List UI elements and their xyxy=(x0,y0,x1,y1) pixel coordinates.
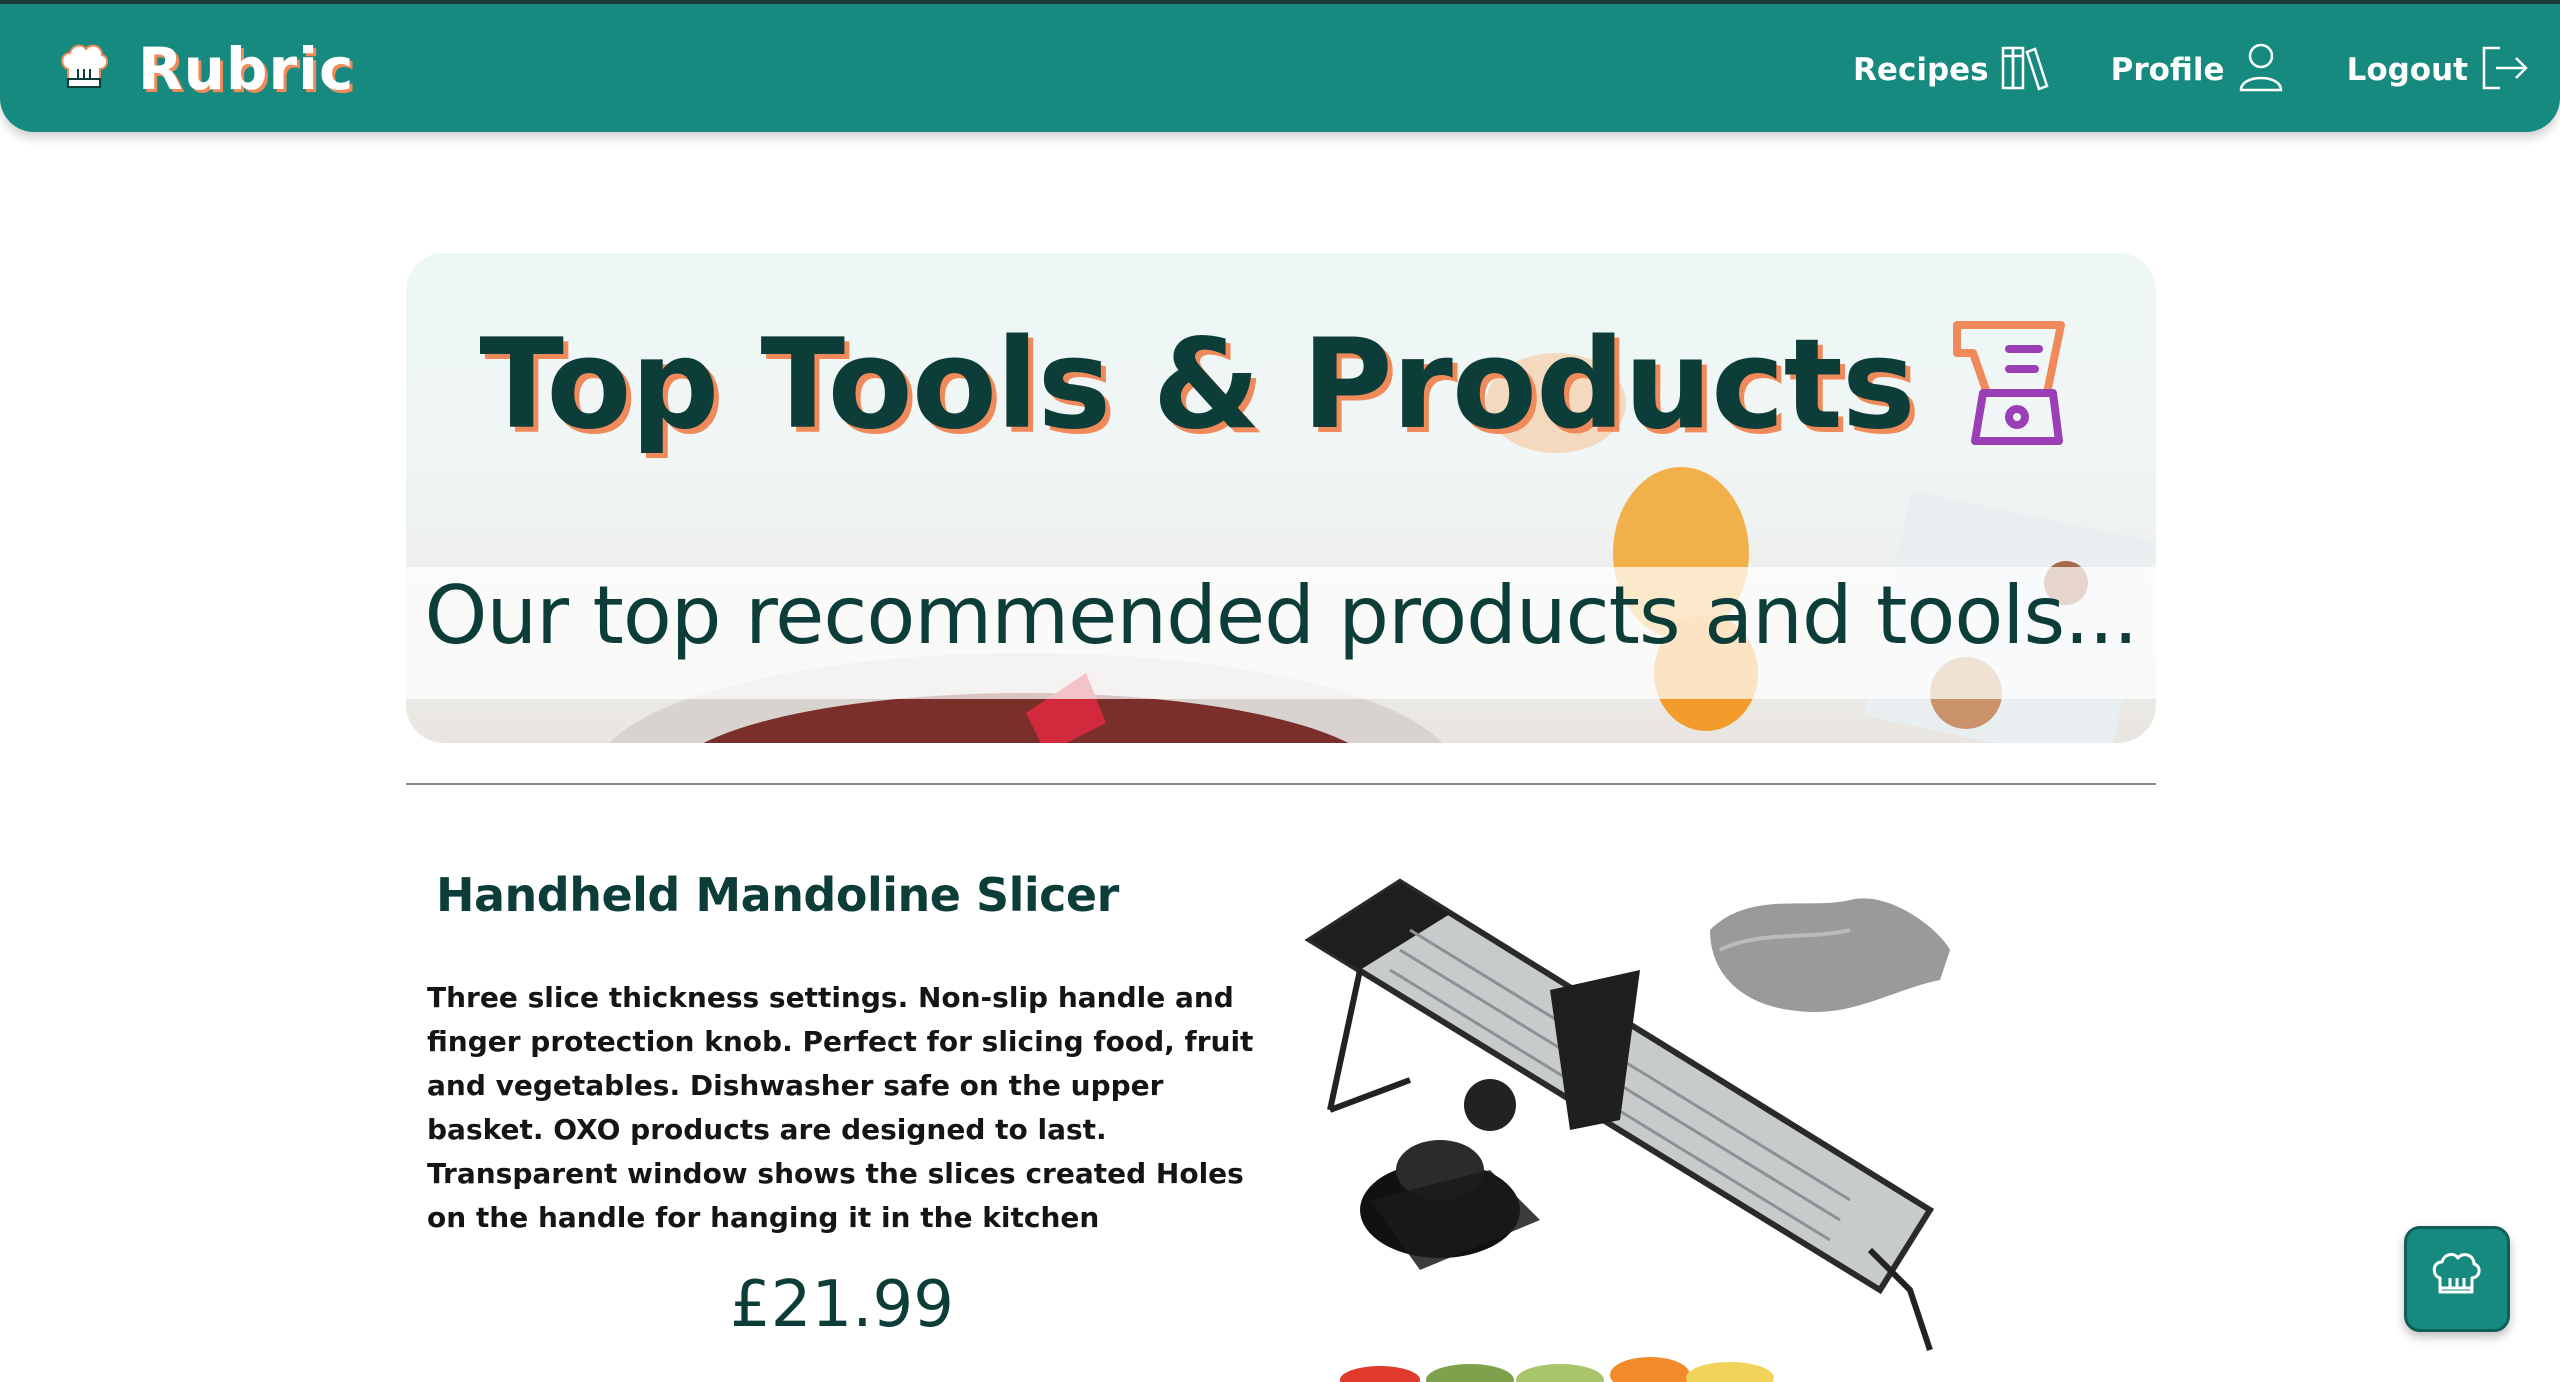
hero-title-row: Top Tools & Products xyxy=(406,313,2156,457)
product-name: Handheld Mandoline Slicer xyxy=(436,868,1119,922)
chef-hat-icon xyxy=(56,39,112,99)
nav-logout[interactable]: Logout xyxy=(2347,40,2532,100)
nav-recipes[interactable]: Recipes xyxy=(1853,40,2053,100)
product-price: £21.99 xyxy=(730,1268,954,1342)
hero-banner: Top Tools & Products Our top recommended… xyxy=(406,253,2156,743)
books-icon xyxy=(1989,40,2053,100)
nav-recipes-label: Recipes xyxy=(1853,52,1989,88)
blender-icon xyxy=(1915,313,2083,457)
logout-icon xyxy=(2468,40,2532,100)
mandoline-slicer-image[interactable] xyxy=(1290,870,1970,1382)
nav-profile[interactable]: Profile xyxy=(2111,40,2289,100)
nav-logout-label: Logout xyxy=(2346,52,2468,88)
nav-profile-label: Profile xyxy=(2110,52,2225,88)
user-icon xyxy=(2225,40,2289,100)
brand[interactable]: Rubric xyxy=(56,34,354,104)
navbar: Rubric Recipes Profile Logout xyxy=(0,4,2560,132)
hero-title: Top Tools & Products xyxy=(479,313,1915,457)
nav-links: Recipes Profile Logout xyxy=(1795,40,2532,100)
chef-hat-icon xyxy=(2428,1248,2486,1310)
section-divider xyxy=(406,783,2156,785)
brand-name: Rubric xyxy=(138,35,355,103)
hero-subtitle: Our top recommended products and tools..… xyxy=(424,569,2139,662)
product-description: Three slice thickness settings. Non-slip… xyxy=(427,981,1254,1234)
chef-hat-fab-button[interactable] xyxy=(2404,1226,2510,1332)
